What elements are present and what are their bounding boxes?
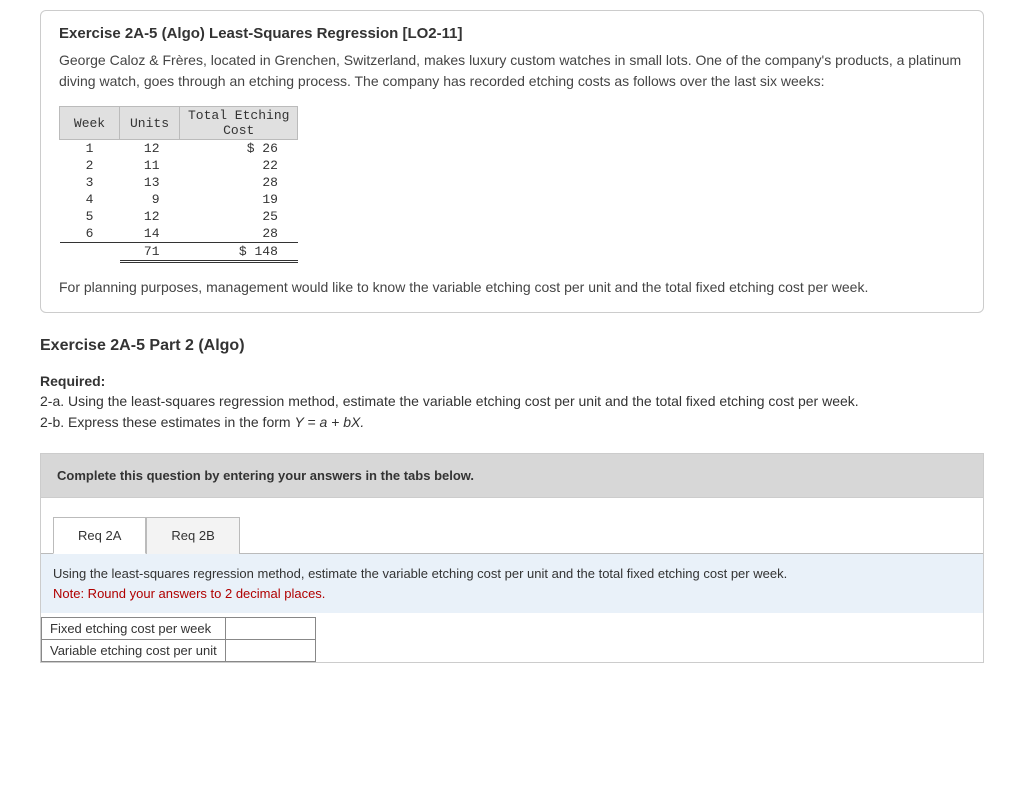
rounding-note: Note: Round your answers to 2 decimal pl… xyxy=(53,584,971,604)
answer-row-variable: Variable etching cost per unit xyxy=(42,640,316,662)
tab-content: Using the least-squares regression metho… xyxy=(41,553,983,613)
data-table: Week Units Total EtchingCost 112$ 26 211… xyxy=(59,106,298,263)
formula: Y = a + bX. xyxy=(294,414,364,430)
tab-prompt: Using the least-squares regression metho… xyxy=(53,564,971,584)
instruction-bar: Complete this question by entering your … xyxy=(41,454,983,498)
answer-row-fixed: Fixed etching cost per week xyxy=(42,618,316,640)
table-row: 4919 xyxy=(60,191,298,208)
label-fixed: Fixed etching cost per week xyxy=(42,618,226,640)
table-row: 51225 xyxy=(60,208,298,225)
table-row: 61428 xyxy=(60,225,298,243)
exercise-title: Exercise 2A-5 (Algo) Least-Squares Regre… xyxy=(59,25,965,42)
col-week: Week xyxy=(60,107,120,140)
required-label: Required: xyxy=(40,373,984,389)
part2-title: Exercise 2A-5 Part 2 (Algo) xyxy=(40,337,984,355)
data-rows: 112$ 26 21122 31328 4919 51225 61428 71$… xyxy=(60,140,298,262)
answer-area: Complete this question by entering your … xyxy=(40,453,984,663)
tabs-row: Req 2A Req 2B xyxy=(41,498,983,553)
exercise-description: George Caloz & Frères, located in Grench… xyxy=(59,50,965,92)
tab-req-2a[interactable]: Req 2A xyxy=(53,517,146,554)
table-row: 31328 xyxy=(60,174,298,191)
table-row: 21122 xyxy=(60,157,298,174)
input-fixed-cost[interactable] xyxy=(225,618,315,640)
table-row: 112$ 26 xyxy=(60,140,298,158)
exercise-box: Exercise 2A-5 (Algo) Least-Squares Regre… xyxy=(40,10,984,313)
col-cost: Total EtchingCost xyxy=(180,107,298,140)
required-list: 2-a. Using the least-squares regression … xyxy=(40,391,984,433)
answer-table: Fixed etching cost per week Variable etc… xyxy=(41,617,316,662)
label-variable: Variable etching cost per unit xyxy=(42,640,226,662)
req-2b: 2-b. Express these estimates in the form… xyxy=(40,412,984,433)
col-units: Units xyxy=(120,107,180,140)
tab-req-2b[interactable]: Req 2B xyxy=(146,517,239,554)
exercise-closing: For planning purposes, management would … xyxy=(59,277,965,298)
input-variable-cost[interactable] xyxy=(225,640,315,662)
req-2a: 2-a. Using the least-squares regression … xyxy=(40,391,984,412)
totals-row: 71$ 148 xyxy=(60,243,298,262)
